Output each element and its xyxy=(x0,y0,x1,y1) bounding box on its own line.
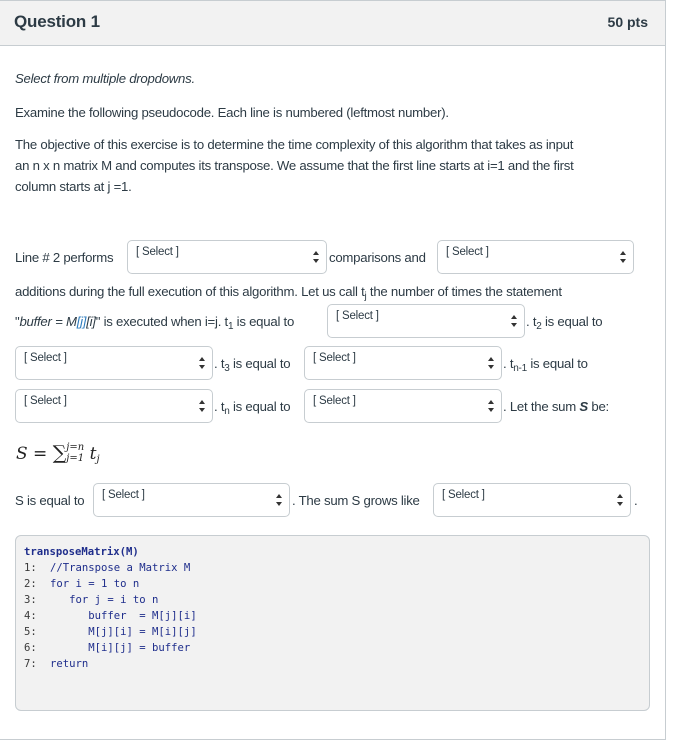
t2-label: . t2 is equal to xyxy=(526,314,603,332)
dropdown-value: [ Select ] xyxy=(442,489,485,501)
tn-1-label: . tn-1 is equal to xyxy=(503,356,588,374)
dropdown-arrows-icon xyxy=(313,251,319,263)
t3-label: . t3 is equal to xyxy=(214,356,291,374)
t3-is-equal-to: is equal to xyxy=(229,356,291,371)
tn-1-dropdown[interactable]: [ Select ] xyxy=(15,389,213,423)
instructions-paragraph-2-line-1: The objective of this exercise is to det… xyxy=(15,137,574,152)
dropdown-arrows-icon xyxy=(488,400,494,412)
additions-text-main: additions during the full execution of t… xyxy=(15,284,365,299)
pseudocode-block: transposeMatrix(M) 1: //Transpose a Matri… xyxy=(15,535,650,711)
line-number: 4: xyxy=(24,610,37,622)
sigma-symbol: ∑ xyxy=(52,442,67,464)
sum-upper-limit: j=n xyxy=(66,441,85,453)
dropdown-arrows-icon xyxy=(511,315,517,327)
line-number: 7: xyxy=(24,658,37,670)
code-line: 1: //Transpose a Matrix M xyxy=(24,560,649,576)
code-text: M[j][i] = M[i][j] xyxy=(50,626,197,638)
formula-equals: = xyxy=(27,444,53,464)
subscript: n-1 xyxy=(513,363,527,374)
instructions-paragraph-1: Examine the following pseudocode. Each l… xyxy=(15,105,449,120)
instructions-paragraph-2-line-2: an n x n matrix M and computes its trans… xyxy=(15,158,574,173)
code-line: 3: for j = i to n xyxy=(24,592,649,608)
t2-dropdown[interactable]: [ Select ] xyxy=(15,346,213,380)
tn-prefix: . t xyxy=(214,399,225,414)
tn-label: . tn is equal to xyxy=(214,399,291,417)
line-number: 2: xyxy=(24,578,37,590)
s-equal-text: S is equal to xyxy=(15,493,85,508)
let-sum-prefix: . Let the sum xyxy=(503,399,580,414)
code-text: return xyxy=(50,658,89,670)
line2-comparisons-dropdown[interactable]: [ Select ] xyxy=(127,240,327,274)
question-header: Question 1 50 pts xyxy=(0,1,665,46)
statement-index-i: [i] xyxy=(86,314,96,329)
t1-is-equal-to: is equal to xyxy=(233,314,295,329)
dropdown-value: [ Select ] xyxy=(446,246,489,258)
tn-1-is-equal-to: is equal to xyxy=(526,356,588,371)
grows-like-text: . The sum S grows like xyxy=(292,493,420,508)
t1-dropdown[interactable]: [ Select ] xyxy=(327,304,525,338)
dropdown-value: [ Select ] xyxy=(313,395,356,407)
line-number: 1: xyxy=(24,562,37,574)
dropdown-value: [ Select ] xyxy=(136,246,179,258)
dropdown-arrows-icon xyxy=(620,251,626,263)
t2-is-equal-to: is equal to xyxy=(541,314,603,329)
sum-lower-limit: j=1 xyxy=(66,452,85,464)
question-points: 50 pts xyxy=(607,14,648,30)
line-number: 3: xyxy=(24,594,37,606)
tn-is-equal-to: is equal to xyxy=(229,399,291,414)
additions-text-rest: the number of times the statement xyxy=(366,284,562,299)
line2-performs-text: Line # 2 performs xyxy=(15,250,114,265)
comparisons-and-text: comparisons and xyxy=(329,250,426,265)
t3-prefix: . t xyxy=(214,356,225,371)
dropdown-arrows-icon xyxy=(488,357,494,369)
statement-close: " is executed when i=j. t xyxy=(95,314,228,329)
additions-text: additions during the full execution of t… xyxy=(15,284,562,302)
dropdown-value: [ Select ] xyxy=(24,395,67,407)
dropdown-value: [ Select ] xyxy=(24,352,67,364)
question-title: Question 1 xyxy=(14,12,100,31)
tn-dropdown[interactable]: [ Select ] xyxy=(304,389,502,423)
s-equal-dropdown[interactable]: [ Select ] xyxy=(93,483,290,517)
let-sum-text: . Let the sum S be: xyxy=(503,399,609,414)
code-text: for i = 1 to n xyxy=(50,578,140,590)
instructions-paragraph-2-line-3: column starts at j =1. xyxy=(15,179,132,194)
sum-symbol-S: S xyxy=(579,399,588,414)
dropdown-arrows-icon xyxy=(617,494,623,506)
line-number: 5: xyxy=(24,626,37,638)
statement-index-j: [j] xyxy=(76,314,87,329)
subscript: j xyxy=(96,454,100,465)
code-text: M[i][j] = buffer xyxy=(50,642,191,654)
sum-formula: S = ∑ j=n j=1 tj xyxy=(16,442,100,466)
tn-1-prefix: . t xyxy=(503,356,514,371)
code-line: 7: return xyxy=(24,656,649,672)
line2-additions-dropdown[interactable]: [ Select ] xyxy=(437,240,634,274)
dropdown-value: [ Select ] xyxy=(313,352,356,364)
code-line: 4: buffer = M[j][i] xyxy=(24,608,649,624)
code-line: 2: for i = 1 to n xyxy=(24,576,649,592)
dropdown-value: [ Select ] xyxy=(102,489,145,501)
dropdown-arrows-icon xyxy=(199,357,205,369)
sum-limits: j=n j=1 xyxy=(66,442,84,464)
code-function-header: transposeMatrix(M) xyxy=(24,546,139,558)
line-number: 6: xyxy=(24,642,37,654)
question-type-label: Select from multiple dropdowns. xyxy=(15,71,195,86)
dropdown-arrows-icon xyxy=(199,400,205,412)
code-text: buffer = M[j][i] xyxy=(50,610,197,622)
dropdown-arrows-icon xyxy=(276,494,282,506)
t3-dropdown[interactable]: [ Select ] xyxy=(304,346,502,380)
let-sum-suffix: be: xyxy=(587,399,609,414)
code-line: 5: M[j][i] = M[i][j] xyxy=(24,624,649,640)
statement-buffer: buffer = M xyxy=(19,314,77,329)
code-line: 6: M[i][j] = buffer xyxy=(24,640,649,656)
code-text: //Transpose a Matrix M xyxy=(50,562,191,574)
dropdown-value: [ Select ] xyxy=(336,310,379,322)
s-grows-dropdown[interactable]: [ Select ] xyxy=(433,483,631,517)
t2-prefix: . t xyxy=(526,314,537,329)
statement-text: "buffer = M[j][i]" is executed when i=j.… xyxy=(15,314,295,332)
code-text: for j = i to n xyxy=(50,594,159,606)
formula-lhs: S xyxy=(16,444,28,464)
final-period: . xyxy=(634,493,638,508)
